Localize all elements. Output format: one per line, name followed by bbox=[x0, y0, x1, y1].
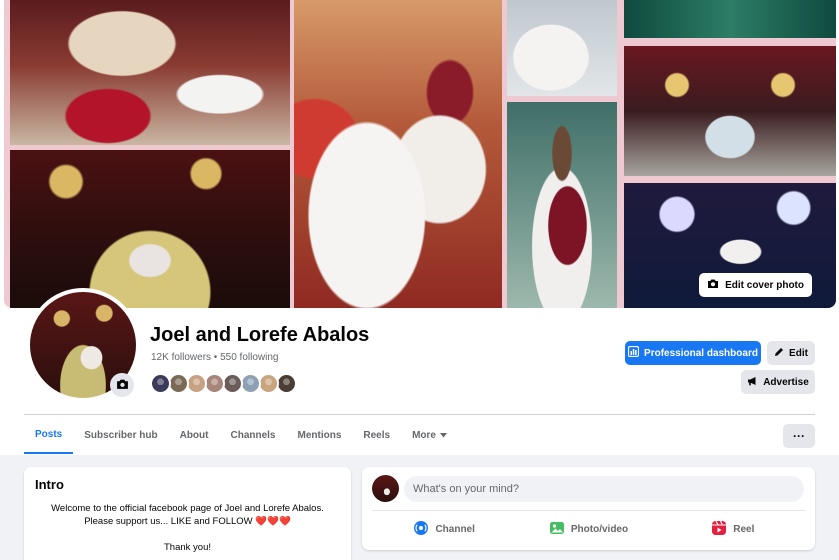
tab-mentions[interactable]: Mentions bbox=[287, 416, 353, 454]
advertise-button[interactable]: Advertise bbox=[741, 370, 815, 394]
caret-down-icon bbox=[439, 430, 447, 441]
tab-posts-label: Posts bbox=[35, 428, 63, 440]
camera-icon bbox=[707, 278, 719, 292]
follower-avatars[interactable] bbox=[150, 373, 297, 394]
dashboard-icon bbox=[627, 345, 640, 360]
cover-tile-cake bbox=[10, 0, 290, 145]
update-profile-picture-button[interactable] bbox=[110, 373, 134, 397]
tab-channels[interactable]: Channels bbox=[219, 416, 286, 454]
intro-bio-line-1: Welcome to the official facebook page of… bbox=[51, 503, 324, 514]
page-title: Joel and Lorefe Abalos bbox=[150, 324, 370, 346]
follower-avatar[interactable] bbox=[186, 373, 207, 394]
composer-divider bbox=[372, 510, 805, 511]
megaphone-icon bbox=[747, 376, 758, 389]
hearts-icon: ❤️❤️❤️ bbox=[255, 516, 291, 527]
tab-more[interactable]: More bbox=[401, 416, 458, 454]
pencil-icon bbox=[774, 347, 784, 360]
tab-about[interactable]: About bbox=[169, 416, 220, 454]
reel-icon bbox=[711, 520, 727, 539]
follower-avatar[interactable] bbox=[150, 373, 171, 394]
intro-bio-line-2-wrap: Please support us... LIKE and FOLLOW ❤️❤… bbox=[34, 515, 341, 528]
profile-tabs: Posts Subscriber hub About Channels Ment… bbox=[24, 416, 458, 456]
composer-actions: Channel Photo/video Reel bbox=[372, 515, 805, 543]
cover-tile-ballroom bbox=[624, 46, 836, 176]
cover-tile-gown bbox=[507, 0, 617, 96]
more-options-button[interactable]: ··· bbox=[783, 424, 815, 448]
channel-button[interactable]: Channel bbox=[372, 515, 516, 543]
follower-avatar[interactable] bbox=[168, 373, 189, 394]
intro-bio: Welcome to the official facebook page of… bbox=[34, 502, 341, 528]
intro-thanks: Thank you! bbox=[164, 542, 211, 553]
cover-photo[interactable]: Edit cover photo bbox=[4, 0, 836, 308]
profile-header: Edit cover photo Joel and Lorefe Abalos … bbox=[0, 0, 839, 455]
channel-icon bbox=[413, 520, 429, 539]
professional-dashboard-button[interactable]: Professional dashboard bbox=[625, 341, 761, 365]
follower-avatar[interactable] bbox=[222, 373, 243, 394]
edit-button[interactable]: Edit bbox=[767, 341, 815, 365]
photo-video-icon bbox=[549, 520, 565, 539]
follower-count[interactable]: 12K followers • 550 following bbox=[151, 352, 278, 363]
photo-video-button[interactable]: Photo/video bbox=[516, 515, 660, 543]
photo-video-label: Photo/video bbox=[570, 523, 629, 535]
edit-cover-photo-label: Edit cover photo bbox=[725, 279, 804, 291]
tab-more-label: More bbox=[412, 429, 436, 441]
edit-cover-photo-button[interactable]: Edit cover photo bbox=[699, 273, 812, 297]
cover-tile-garden bbox=[624, 0, 836, 38]
tab-posts[interactable]: Posts bbox=[24, 416, 74, 454]
advertise-label: Advertise bbox=[763, 376, 809, 388]
tab-subscriber-hub-label: Subscriber hub bbox=[84, 429, 158, 441]
follower-avatar[interactable] bbox=[276, 373, 297, 394]
reel-label: Reel bbox=[733, 523, 755, 535]
composer-avatar[interactable] bbox=[372, 475, 399, 502]
camera-icon bbox=[116, 378, 129, 393]
cover-tile-groom bbox=[507, 102, 617, 308]
follower-avatar[interactable] bbox=[204, 373, 225, 394]
tab-reels-label: Reels bbox=[363, 429, 391, 441]
intro-card: Intro Welcome to the official facebook p… bbox=[24, 467, 351, 560]
more-options-icon: ··· bbox=[793, 429, 805, 443]
professional-dashboard-label: Professional dashboard bbox=[644, 347, 758, 359]
cover-tile-hall bbox=[10, 150, 290, 308]
channel-label: Channel bbox=[435, 523, 475, 535]
intro-title: Intro bbox=[35, 477, 64, 492]
reel-button[interactable]: Reel bbox=[661, 515, 805, 543]
follower-avatar[interactable] bbox=[240, 373, 261, 394]
whats-on-your-mind-input[interactable] bbox=[404, 476, 804, 502]
follower-avatar[interactable] bbox=[258, 373, 279, 394]
post-composer: Channel Photo/video Reel bbox=[362, 467, 815, 550]
tab-mentions-label: Mentions bbox=[297, 429, 342, 441]
tab-about-label: About bbox=[179, 429, 209, 441]
edit-label: Edit bbox=[789, 347, 808, 359]
intro-bio-line-2: Please support us... LIKE and FOLLOW bbox=[84, 516, 253, 527]
tab-reels[interactable]: Reels bbox=[352, 416, 401, 454]
tab-subscriber-hub[interactable]: Subscriber hub bbox=[73, 416, 168, 454]
header-divider bbox=[24, 414, 815, 415]
cover-tile-couple bbox=[294, 0, 502, 308]
tab-channels-label: Channels bbox=[230, 429, 276, 441]
